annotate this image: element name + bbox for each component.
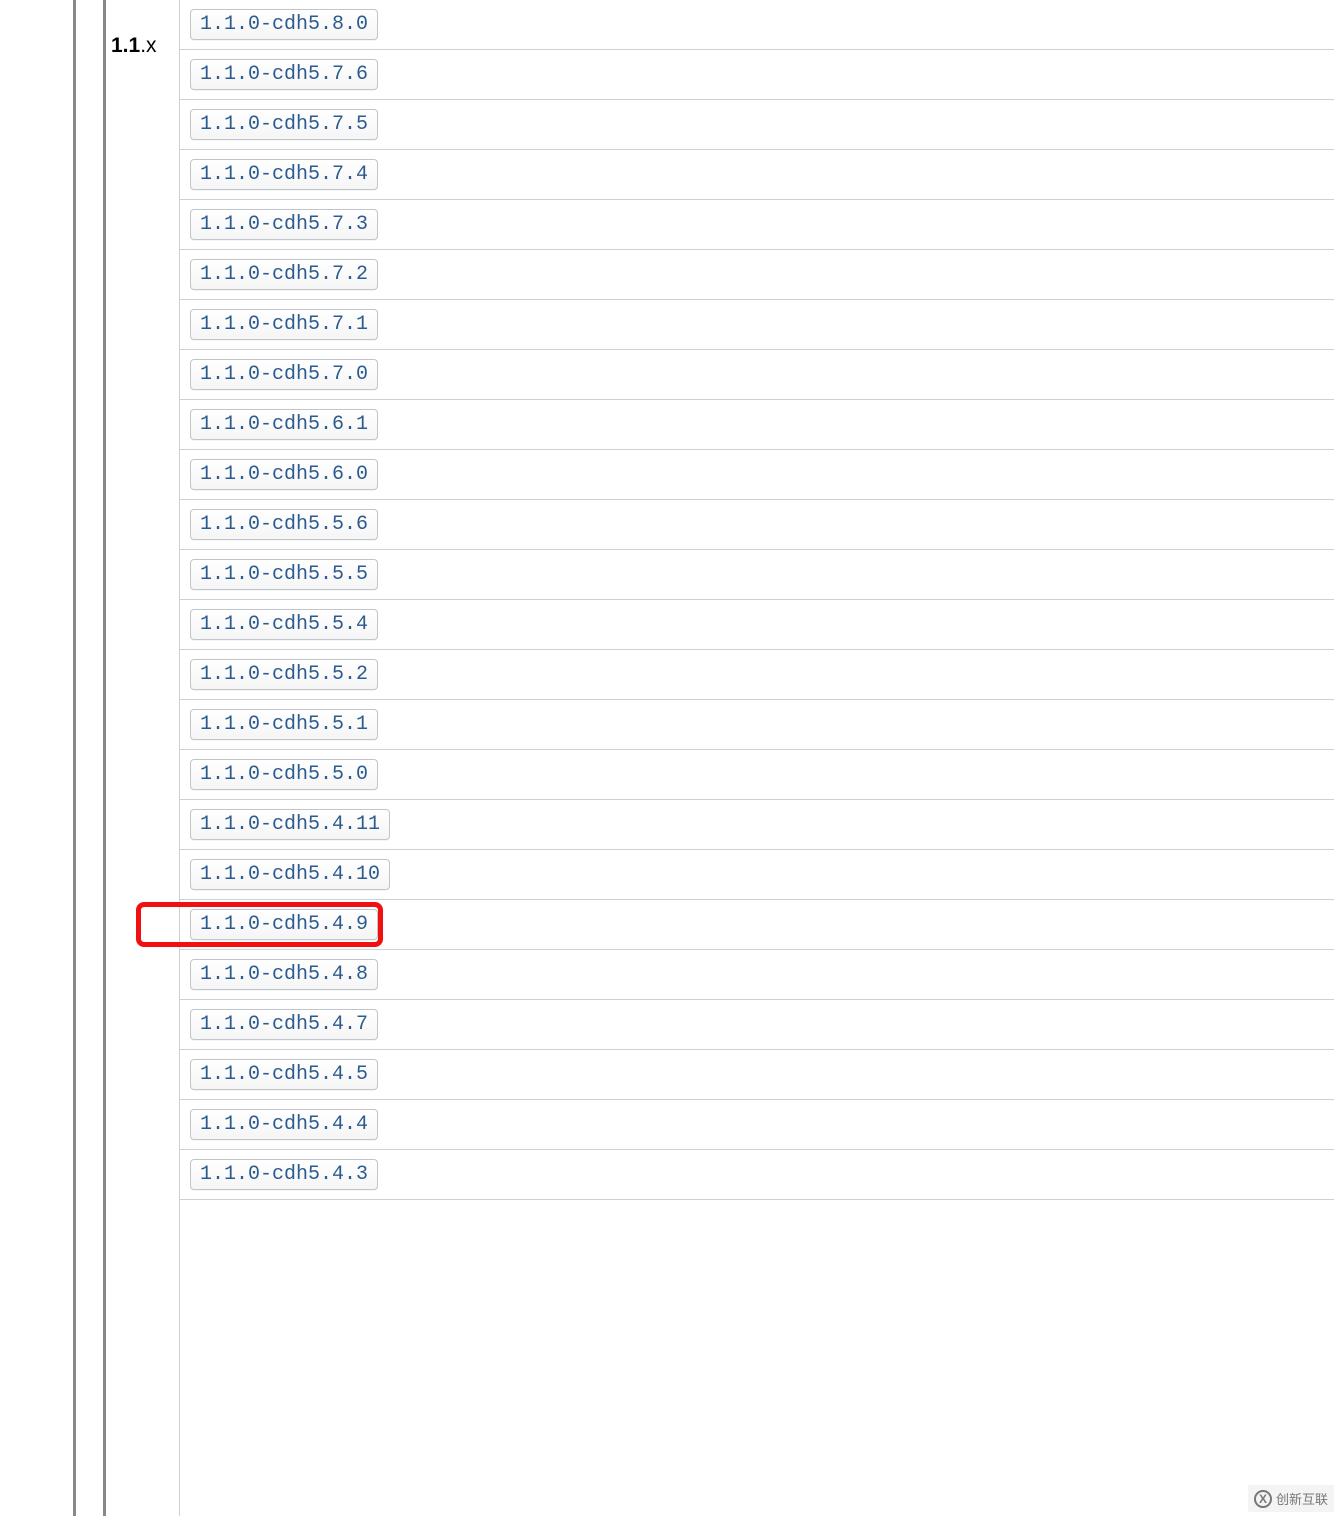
version-badge[interactable]: 1.1.0-cdh5.7.1 — [190, 309, 378, 340]
version-badge[interactable]: 1.1.0-cdh5.7.3 — [190, 209, 378, 240]
version-row: 1.1.0-cdh5.4.4 — [180, 1100, 1334, 1150]
version-row: 1.1.0-cdh5.7.6 — [180, 50, 1334, 100]
version-badge[interactable]: 1.1.0-cdh5.4.7 — [190, 1009, 378, 1040]
version-row: 1.1.0-cdh5.7.2 — [180, 250, 1334, 300]
version-row: 1.1.0-cdh5.7.3 — [180, 200, 1334, 250]
version-badge[interactable]: 1.1.0-cdh5.4.8 — [190, 959, 378, 990]
version-row: 1.1.0-cdh5.4.5 — [180, 1050, 1334, 1100]
version-row: 1.1.0-cdh5.5.2 — [180, 650, 1334, 700]
version-row: 1.1.0-cdh5.5.5 — [180, 550, 1334, 600]
version-badge[interactable]: 1.1.0-cdh5.5.4 — [190, 609, 378, 640]
version-badge[interactable]: 1.1.0-cdh5.4.5 — [190, 1059, 378, 1090]
version-badge[interactable]: 1.1.0-cdh5.7.6 — [190, 59, 378, 90]
version-row: 1.1.0-cdh5.7.0 — [180, 350, 1334, 400]
version-badge[interactable]: 1.1.0-cdh5.5.6 — [190, 509, 378, 540]
version-badge[interactable]: 1.1.0-cdh5.7.4 — [190, 159, 378, 190]
version-group-prefix: 1.1 — [111, 34, 140, 57]
version-badge[interactable]: 1.1.0-cdh5.4.4 — [190, 1109, 378, 1140]
version-badge[interactable]: 1.1.0-cdh5.4.11 — [190, 809, 390, 840]
version-badge[interactable]: 1.1.0-cdh5.5.5 — [190, 559, 378, 590]
version-row: 1.1.0-cdh5.4.3 — [180, 1150, 1334, 1200]
version-group-column: 1.1.x — [106, 0, 179, 1516]
version-badge[interactable]: 1.1.0-cdh5.6.0 — [190, 459, 378, 490]
watermark-icon: X — [1254, 1490, 1272, 1508]
version-group-suffix: .x — [140, 34, 156, 57]
version-badge[interactable]: 1.1.0-cdh5.7.0 — [190, 359, 378, 390]
version-row: 1.1.0-cdh5.7.5 — [180, 100, 1334, 150]
version-badge[interactable]: 1.1.0-cdh5.7.5 — [190, 109, 378, 140]
version-badge[interactable]: 1.1.0-cdh5.5.2 — [190, 659, 378, 690]
version-row: 1.1.0-cdh5.5.0 — [180, 750, 1334, 800]
version-row: 1.1.0-cdh5.4.7 — [180, 1000, 1334, 1050]
version-badge[interactable]: 1.1.0-cdh5.8.0 — [190, 9, 378, 40]
version-row: 1.1.0-cdh5.8.0 — [180, 0, 1334, 50]
version-badge[interactable]: 1.1.0-cdh5.4.3 — [190, 1159, 378, 1190]
version-row: 1.1.0-cdh5.5.1 — [180, 700, 1334, 750]
version-badge[interactable]: 1.1.0-cdh5.4.10 — [190, 859, 390, 890]
version-row: 1.1.0-cdh5.5.6 — [180, 500, 1334, 550]
version-row: 1.1.0-cdh5.4.8 — [180, 950, 1334, 1000]
table-container: 1.1.x 1.1.0-cdh5.8.01.1.0-cdh5.7.61.1.0-… — [73, 0, 1334, 1516]
version-badge[interactable]: 1.1.0-cdh5.5.0 — [190, 759, 378, 790]
version-list: 1.1.0-cdh5.8.0 1.1.0-cdh5.7.6 1.1.0-cdh5.7… — [179, 0, 1334, 1516]
inner-container: 1.1.x 1.1.0-cdh5.8.01.1.0-cdh5.7.61.1.0-… — [103, 0, 1334, 1516]
version-row: 1.1.0-cdh5.7.1 — [180, 300, 1334, 350]
version-badge[interactable]: 1.1.0-cdh5.6.1 — [190, 409, 378, 440]
version-badge[interactable]: 1.1.0-cdh5.5.1 — [190, 709, 378, 740]
watermark: X 创新互联 — [1248, 1485, 1334, 1512]
version-row: 1.1.0-cdh5.4.10 — [180, 850, 1334, 900]
version-badge[interactable]: 1.1.0-cdh5.4.9 — [190, 909, 378, 940]
version-row: 1.1.0-cdh5.6.1 — [180, 400, 1334, 450]
version-row: 1.1.0-cdh5.4.11 — [180, 800, 1334, 850]
version-row: 1.1.0-cdh5.7.4 — [180, 150, 1334, 200]
version-row: 1.1.0-cdh5.4.9 — [180, 900, 1334, 950]
version-row: 1.1.0-cdh5.5.4 — [180, 600, 1334, 650]
watermark-text: 创新互联 — [1276, 1489, 1328, 1508]
version-group-label: 1.1.x — [111, 34, 179, 58]
version-badge[interactable]: 1.1.0-cdh5.7.2 — [190, 259, 378, 290]
version-row: 1.1.0-cdh5.6.0 — [180, 450, 1334, 500]
